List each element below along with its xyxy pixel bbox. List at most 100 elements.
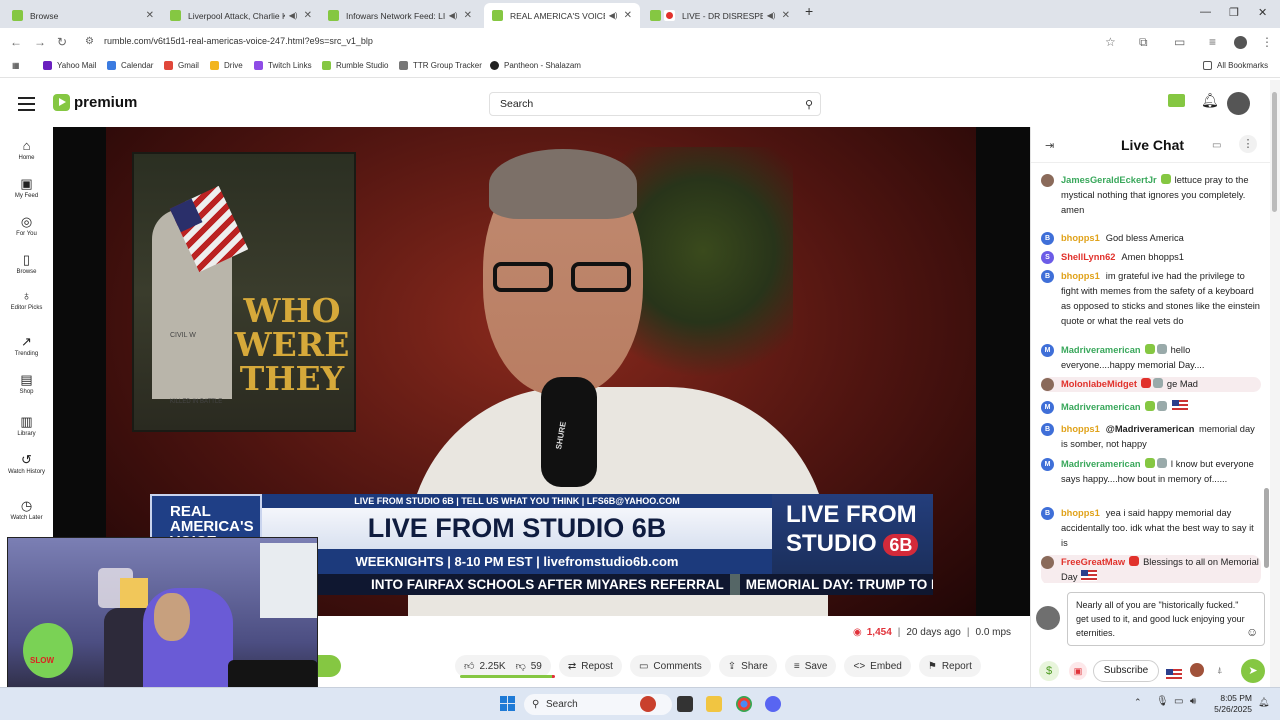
sidebar-item-watch-history[interactable]: ↺ Watch History [0,453,53,476]
bookmark-item[interactable]: Twitch Links [254,61,312,70]
cast-icon[interactable]: ▭ [1174,35,1185,49]
site-settings-icon[interactable]: ⚙ [85,36,94,47]
menu-kebab-icon[interactable]: ⋮ [1261,35,1273,49]
rant-button[interactable] [318,655,341,677]
chat-username[interactable]: bhopps1 [1061,233,1100,243]
browser-tab-active[interactable]: REAL AMERICA'S VOICE - 2 ◀) ✕ [484,3,640,28]
media-icon[interactable]: ≡ [1209,35,1216,49]
all-bookmarks-item[interactable]: All Bookmarks [1203,61,1268,70]
chat-username[interactable]: FreeGreatMaw [1061,557,1125,567]
chat-user-avatar[interactable] [1041,174,1054,187]
sidebar-item-shop[interactable]: ▤ Shop [0,373,53,396]
chat-options-icon[interactable]: ⋮ [1239,135,1257,153]
close-tab-icon[interactable]: ✕ [782,10,790,21]
browser-tab[interactable]: Infowars Network Feed: LIV ◀) ✕ [320,3,480,28]
report-button[interactable]: ⚑ Report [918,655,981,677]
notifications-bell-icon[interactable]: 🔔︎ [1201,92,1219,109]
chat-username[interactable]: Madriveramerican [1061,345,1141,355]
send-icon[interactable]: ➤ [1241,659,1265,683]
chat-user-avatar[interactable]: M [1041,344,1054,357]
sidebar-item-for-you[interactable]: ◎ For You [0,215,53,238]
chat-user-avatar[interactable]: M [1041,401,1054,414]
close-tab-icon[interactable]: ✕ [146,10,154,21]
bookmark-item[interactable]: Calendar [107,61,153,70]
gift-icon[interactable]: ▣ [1069,662,1087,680]
chat-user-avatar[interactable]: M [1041,458,1054,471]
sidebar-item-my-feed[interactable]: ▣ My Feed [0,177,53,200]
sidebar-item-trending[interactable]: ↗ Trending [0,335,53,358]
notification-center-icon[interactable]: 🔔︎ [1258,697,1269,708]
forward-icon[interactable]: → [34,35,46,49]
chat-user-avatar[interactable] [1041,378,1054,391]
emote-more-icon[interactable]: ⍋ [1217,665,1222,676]
chat-username[interactable]: Madriveramerican [1061,459,1141,469]
rumble-premium-logo[interactable]: premium [53,94,137,111]
close-tab-icon[interactable]: ✕ [624,10,632,21]
sidebar-item-library[interactable]: ▥ Library [0,415,53,438]
chat-username[interactable]: JamesGeraldEckertJr [1061,175,1157,185]
browser-tab[interactable]: LIVE - DR DISRESPECT - ◀) ✕ [642,3,798,28]
bookmark-item[interactable]: Rumble Studio [322,61,388,70]
discord-icon[interactable] [765,696,781,712]
search-input[interactable] [490,93,780,115]
chat-user-avatar[interactable]: B [1041,270,1054,283]
browser-tab[interactable]: Browse ✕ [4,3,162,28]
bookmark-star-icon[interactable]: ☆ [1105,35,1116,49]
hamburger-menu-icon[interactable] [18,97,35,115]
chat-username[interactable]: MolonlabeMidget [1061,379,1137,389]
file-explorer-icon[interactable] [706,696,722,712]
subscribe-button[interactable]: Subscribe [1093,660,1159,682]
embed-button[interactable]: <> Embed [844,655,911,677]
restore-icon[interactable]: ❐ [1229,6,1239,19]
chat-username[interactable]: bhopps1 [1061,271,1100,281]
terminal-icon[interactable] [677,696,693,712]
sidebar-item-watch-later[interactable]: ◷ Watch Later [0,499,53,522]
volume-icon[interactable]: 🔊︎ [1190,696,1196,707]
collapse-chat-icon[interactable]: ⇥ [1045,139,1054,152]
go-live-camera-icon[interactable] [1168,94,1185,107]
chat-user-avatar[interactable]: B [1041,507,1054,520]
chrome-icon[interactable] [736,696,752,712]
bookmark-item[interactable]: Drive [210,61,243,70]
chat-user-avatar[interactable]: B [1041,423,1054,436]
vote-button[interactable]: 👍︎ 2.25K 👎︎ 59 [455,655,551,677]
chat-username[interactable]: bhopps1 [1061,424,1100,434]
reload-icon[interactable]: ↻ [57,35,67,49]
minimize-icon[interactable]: — [1200,6,1211,18]
speaker-icon[interactable]: ◀) [767,11,776,20]
emote-icon[interactable] [1190,663,1204,677]
apps-grid-icon[interactable]: ▦ [12,61,20,70]
taskbar-clock[interactable]: 8:05 PM 5/26/2025 [1210,693,1252,715]
url-field[interactable]: rumble.com/v6t15d1-real-americas-voice-2… [104,36,373,46]
browser-tab[interactable]: Liverpool Attack, Charlie Ki ◀) ✕ [162,3,320,28]
share-button[interactable]: ⇪ Share [718,655,777,677]
close-window-icon[interactable]: ✕ [1258,6,1267,19]
chat-user-avatar[interactable] [1041,556,1054,569]
chat-message-input[interactable]: Nearly all of you are "historically fuck… [1076,598,1246,642]
weather-widget-icon[interactable] [640,696,656,712]
sidebar-item-editor-picks[interactable]: ♁ Editor Picks [0,289,53,312]
close-tab-icon[interactable]: ✕ [304,10,312,21]
speaker-icon[interactable]: ◀) [609,11,618,20]
windows-start-icon[interactable] [500,696,515,711]
chat-username[interactable]: ShellLynn62 [1061,252,1115,262]
speaker-icon[interactable]: ◀) [449,11,458,20]
chat-user-avatar[interactable]: S [1041,251,1054,264]
new-tab-icon[interactable]: + [805,3,813,19]
close-tab-icon[interactable]: ✕ [464,10,472,21]
tray-chevron-icon[interactable]: ⌃ [1134,697,1142,708]
repost-button[interactable]: ⇄ Repost [558,655,622,677]
chat-username[interactable]: bhopps1 [1061,508,1100,518]
bookmark-item[interactable]: Pantheon - Shalazam [490,61,581,70]
user-avatar[interactable] [1227,92,1250,115]
bookmark-item[interactable]: Yahoo Mail [43,61,96,70]
bookmark-item[interactable]: Gmail [164,61,199,70]
chat-user-avatar[interactable]: B [1041,232,1054,245]
comments-button[interactable]: ▭ Comments [629,655,711,677]
network-icon[interactable]: ▭ [1174,696,1183,707]
chat-username[interactable]: Madriveramerican [1061,402,1141,412]
bookmark-item[interactable]: TTR Group Tracker [399,61,482,70]
mic-icon[interactable]: 🎙︎ [1156,696,1169,707]
save-button[interactable]: ≡ Save [784,655,837,677]
popout-icon[interactable]: ▭ [1212,140,1221,151]
